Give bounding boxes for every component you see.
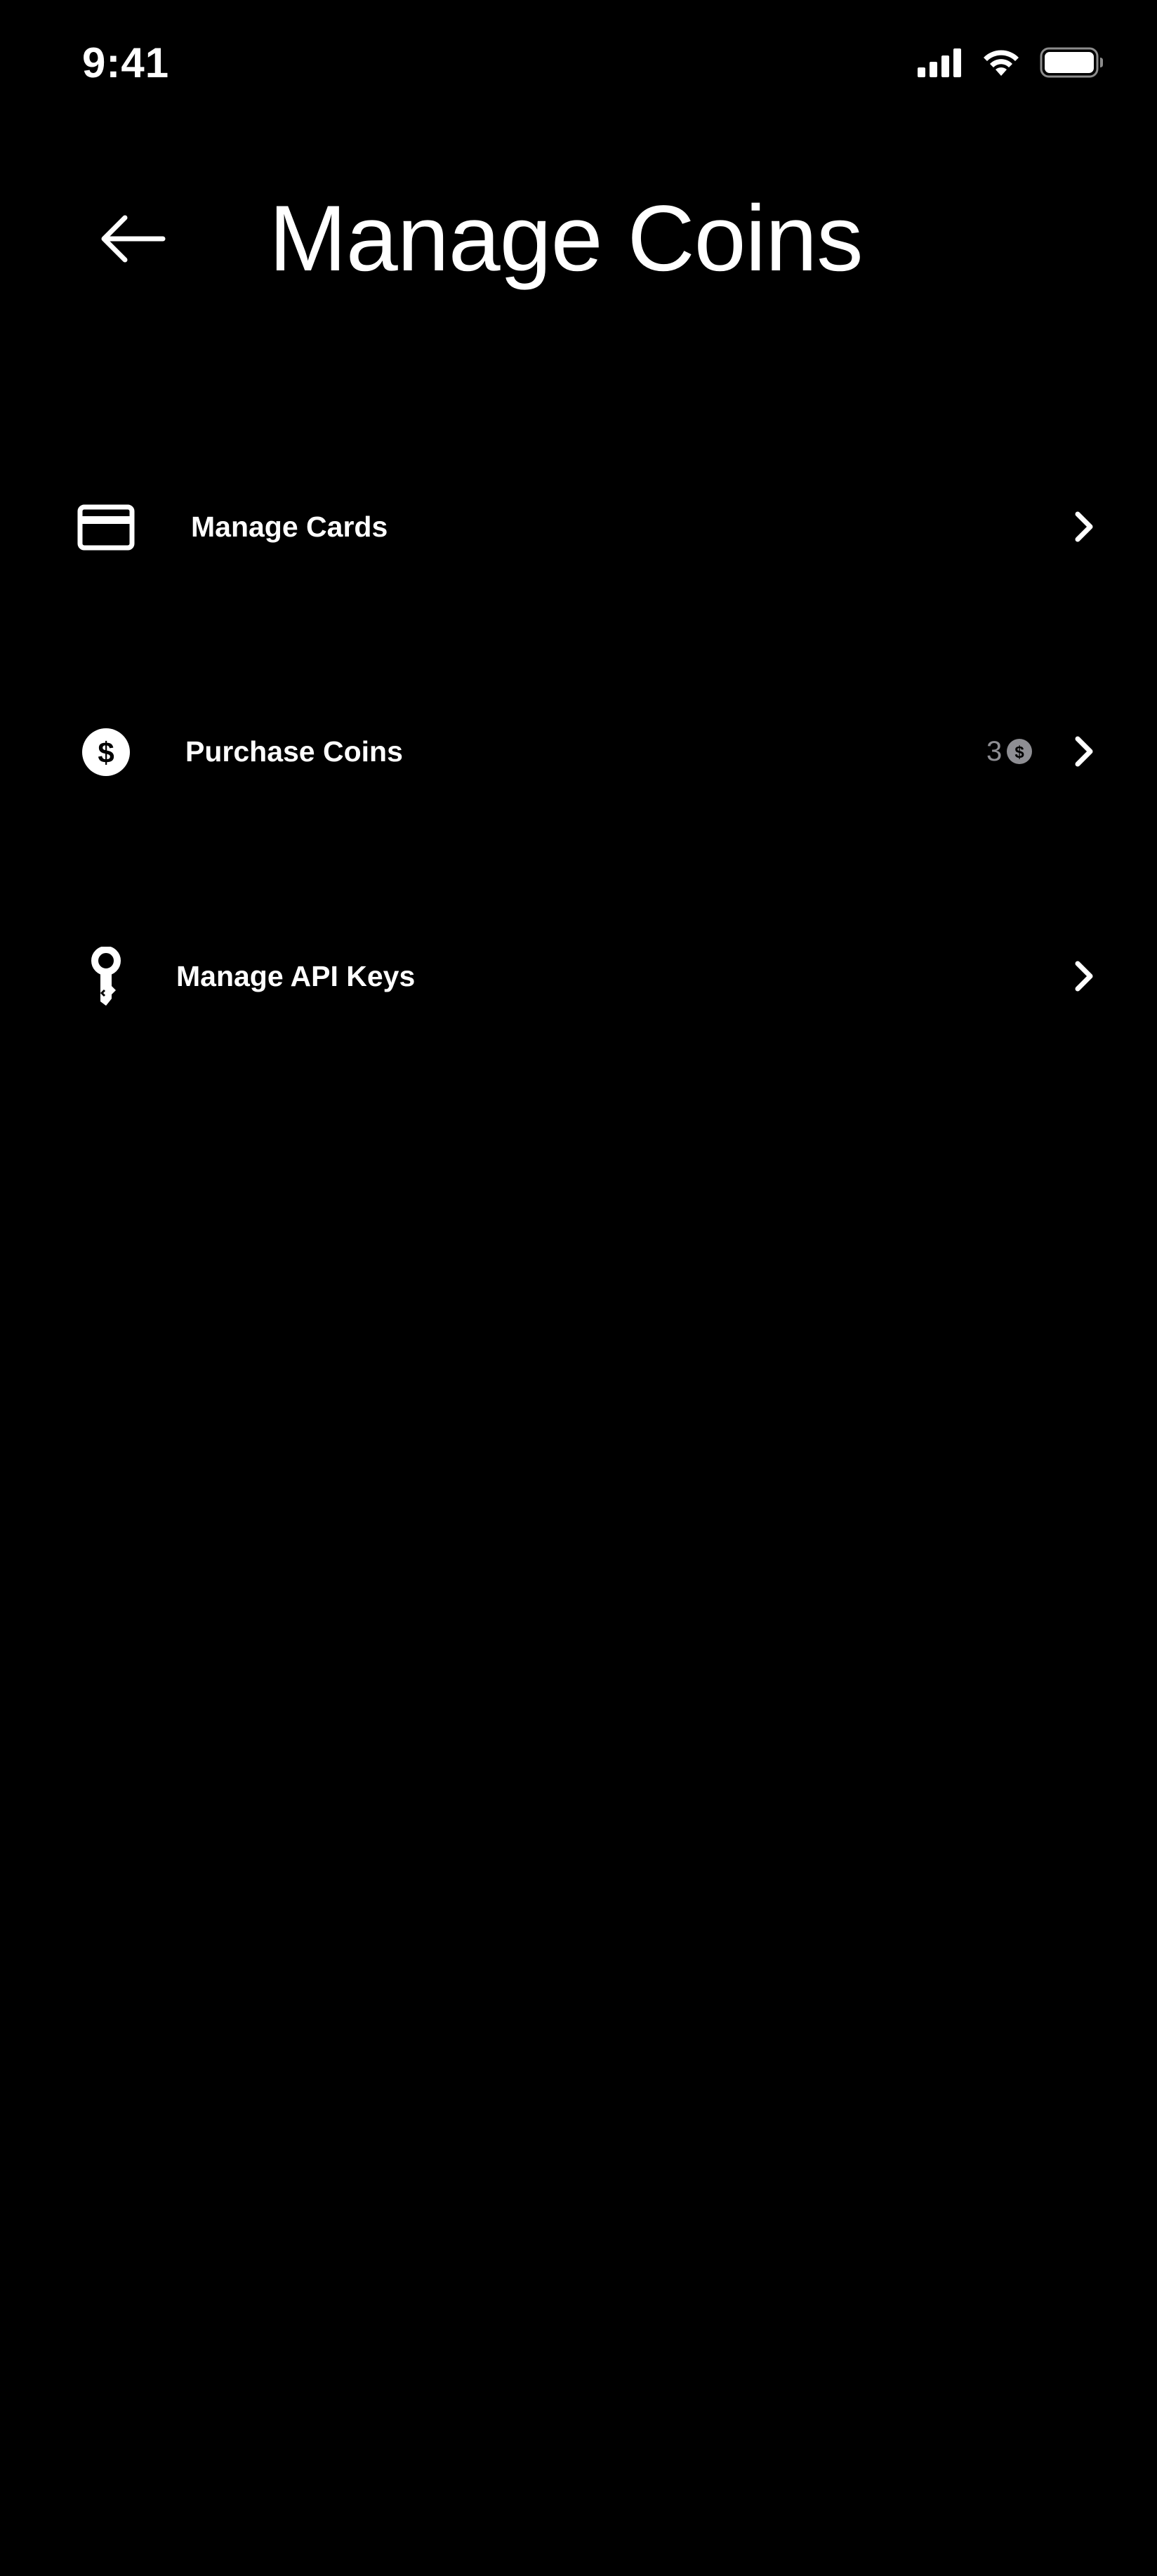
credit-card-icon [77, 499, 135, 556]
chevron-right-icon [1064, 729, 1104, 774]
svg-text:$: $ [1015, 743, 1025, 762]
page-title: Manage Coins [269, 187, 864, 291]
coin-balance: 3 $ [986, 730, 1033, 773]
wifi-icon [984, 50, 1019, 76]
status-time: 9:41 [82, 39, 170, 86]
status-bar: 9:41 [0, 0, 1157, 126]
svg-text:$: $ [98, 736, 114, 769]
header: Manage Coins [0, 155, 1157, 323]
status-icons [918, 44, 1104, 81]
menu-item-purchase-coins[interactable]: $ Purchase Coins 3 $ [0, 667, 1157, 836]
dollar-coin-icon: $ [77, 723, 135, 781]
signal-icon [918, 48, 961, 77]
chevron-right-icon [1064, 504, 1104, 549]
back-button[interactable] [90, 204, 174, 274]
key-icon [77, 947, 135, 1006]
chevron-right-icon [1064, 954, 1104, 999]
menu-item-label: Manage Cards [191, 511, 388, 543]
menu-item-manage-cards[interactable]: Manage Cards [0, 442, 1157, 611]
coin-count: 3 [986, 736, 1003, 767]
menu-item-manage-api-keys[interactable]: Manage API Keys [0, 892, 1157, 1060]
menu-item-label: Purchase Coins [185, 735, 403, 768]
battery-icon [1040, 47, 1103, 78]
menu-item-label: Manage API Keys [176, 960, 416, 992]
coin-icon: $ [1007, 739, 1033, 764]
arrow-left-icon [101, 215, 166, 263]
